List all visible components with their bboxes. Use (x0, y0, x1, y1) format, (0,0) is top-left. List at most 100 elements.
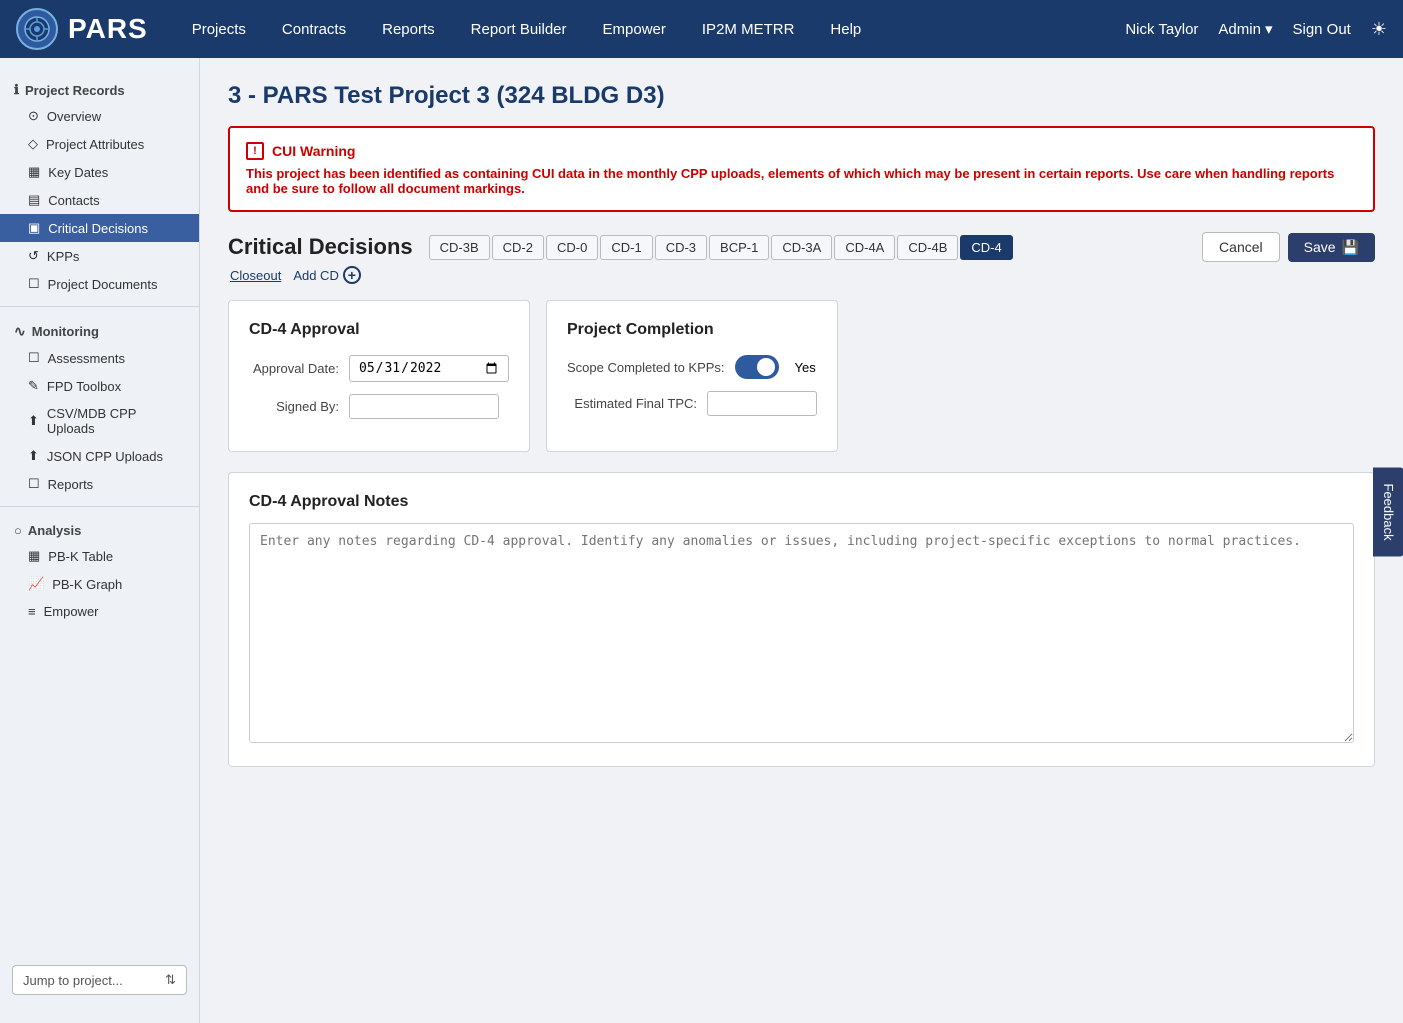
sidebar-item-key-dates[interactable]: ▦ Key Dates (0, 158, 199, 186)
approval-date-input[interactable] (349, 355, 509, 382)
project-completion-panel: Project Completion Scope Completed to KP… (546, 300, 838, 452)
closeout-link[interactable]: Closeout (230, 268, 281, 283)
tpc-label: Estimated Final TPC: (567, 396, 697, 411)
nav-ip2m[interactable]: IP2M METRR (694, 17, 803, 42)
calendar-icon: ▦ (28, 164, 40, 180)
estimated-final-tpc-row: Estimated Final TPC: (567, 391, 817, 416)
cui-warning-box: ! CUI Warning This project has been iden… (228, 126, 1375, 212)
scope-yes-label: Yes (795, 360, 816, 375)
sign-out-button[interactable]: Sign Out (1292, 21, 1350, 38)
theme-toggle-icon[interactable]: ☀ (1371, 19, 1387, 40)
analysis-icon: ○ (14, 523, 22, 538)
cd4-notes-title: CD-4 Approval Notes (249, 493, 1354, 511)
reports-icon: ☐ (28, 476, 40, 492)
empower-icon: ≡ (28, 604, 36, 619)
sidebar-item-assessments[interactable]: ☐ Assessments (0, 344, 199, 372)
cd-tab-cd0[interactable]: CD-0 (546, 235, 598, 260)
critical-decisions-title: Critical Decisions (228, 234, 413, 260)
cui-warning-text: This project has been identified as cont… (246, 166, 1357, 196)
logo-icon (16, 8, 58, 50)
nav-report-builder[interactable]: Report Builder (463, 17, 575, 42)
critical-decisions-header: Critical Decisions CD-3B CD-2 CD-0 CD-1 … (228, 232, 1375, 262)
signed-by-input[interactable] (349, 394, 499, 419)
cd-subrow: Closeout Add CD + (230, 266, 1375, 284)
add-cd-circle-icon: + (343, 266, 361, 284)
add-cd-button[interactable]: Add CD + (293, 266, 361, 284)
feedback-tab[interactable]: Feedback (1373, 467, 1403, 556)
signed-by-row: Signed By: (249, 394, 509, 419)
main-content: 3 - PARS Test Project 3 (324 BLDG D3) ! … (200, 58, 1403, 1023)
cd-tab-cd4a[interactable]: CD-4A (834, 235, 895, 260)
sidebar-item-project-attributes[interactable]: ◇ Project Attributes (0, 130, 199, 158)
chevron-updown-icon: ⇅ (165, 972, 176, 988)
sidebar-item-contacts[interactable]: ▤ Contacts (0, 186, 199, 214)
sidebar-item-reports[interactable]: ☐ Reports (0, 470, 199, 498)
cd4-approval-panel: CD-4 Approval Approval Date: Signed By: (228, 300, 530, 452)
action-buttons: Cancel Save 💾 (1202, 232, 1375, 262)
cd4-notes-textarea[interactable] (249, 523, 1354, 743)
sidebar-item-overview[interactable]: ⊙ Overview (0, 102, 199, 130)
cd4-panels: CD-4 Approval Approval Date: Signed By: … (228, 300, 1375, 452)
contacts-icon: ▤ (28, 192, 40, 208)
sidebar-item-pbk-graph[interactable]: 📈 PB-K Graph (0, 570, 199, 598)
nav-help[interactable]: Help (822, 17, 869, 42)
signed-by-label: Signed By: (249, 399, 339, 414)
page-title: 3 - PARS Test Project 3 (324 BLDG D3) (228, 82, 1375, 110)
cd-tab-cd2[interactable]: CD-2 (492, 235, 544, 260)
cd-tab-cd4b[interactable]: CD-4B (897, 235, 958, 260)
scope-completed-row: Scope Completed to KPPs: Yes (567, 355, 817, 379)
nav-contracts[interactable]: Contracts (274, 17, 354, 42)
sidebar: ℹ Project Records ⊙ Overview ◇ Project A… (0, 58, 200, 1023)
json-upload-icon: ⬆ (28, 448, 39, 464)
sidebar-item-kpps[interactable]: ↺ KPPs (0, 242, 199, 270)
sidebar-item-empower[interactable]: ≡ Empower (0, 598, 199, 625)
cd-tab-cd3b[interactable]: CD-3B (429, 235, 490, 260)
cd-tab-cd4[interactable]: CD-4 (960, 235, 1012, 260)
nav-user: Nick Taylor (1125, 21, 1198, 38)
nav-projects[interactable]: Projects (184, 17, 254, 42)
project-completion-title: Project Completion (567, 321, 817, 339)
sidebar-item-critical-decisions[interactable]: ▣ Critical Decisions (0, 214, 199, 242)
nav-admin-dropdown[interactable]: Admin ▾ (1218, 20, 1272, 38)
nav-reports[interactable]: Reports (374, 17, 443, 42)
sidebar-item-csv-mdb-cpp[interactable]: ⬆ CSV/MDB CPP Uploads (0, 400, 199, 442)
save-icon: 💾 (1342, 239, 1359, 256)
cui-warning-title: ! CUI Warning (246, 142, 1357, 160)
graph-icon: 📈 (28, 576, 44, 592)
cd-tab-cd3[interactable]: CD-3 (655, 235, 707, 260)
cd-tabs: CD-3B CD-2 CD-0 CD-1 CD-3 BCP-1 CD-3A CD… (429, 235, 1013, 260)
jump-to-project[interactable]: Jump to project... ⇅ (12, 965, 187, 995)
cd4-notes-section: CD-4 Approval Notes (228, 472, 1375, 767)
attributes-icon: ◇ (28, 136, 38, 152)
info-icon: ℹ (14, 82, 19, 98)
sidebar-section-analysis: ○ Analysis (0, 515, 199, 542)
overview-icon: ⊙ (28, 108, 39, 124)
csv-upload-icon: ⬆ (28, 413, 39, 429)
logo-area: PARS (16, 8, 148, 50)
top-nav: PARS Projects Contracts Reports Report B… (0, 0, 1403, 58)
sidebar-item-fpd-toolbox[interactable]: ✎ FPD Toolbox (0, 372, 199, 400)
scope-label: Scope Completed to KPPs: (567, 360, 725, 375)
sidebar-item-project-documents[interactable]: ☐ Project Documents (0, 270, 199, 298)
kpps-icon: ↺ (28, 248, 39, 264)
scope-toggle[interactable] (735, 355, 779, 379)
save-button[interactable]: Save 💾 (1288, 233, 1375, 262)
cd-tab-bcp1[interactable]: BCP-1 (709, 235, 769, 260)
cd-tab-cd3a[interactable]: CD-3A (771, 235, 832, 260)
tpc-input[interactable] (707, 391, 817, 416)
fpd-icon: ✎ (28, 378, 39, 394)
sidebar-item-json-cpp[interactable]: ⬆ JSON CPP Uploads (0, 442, 199, 470)
sidebar-item-pbk-table[interactable]: ▦ PB-K Table (0, 542, 199, 570)
cui-warning-icon: ! (246, 142, 264, 160)
monitoring-icon: ∿ (14, 323, 26, 340)
nav-empower[interactable]: Empower (595, 17, 674, 42)
decisions-icon: ▣ (28, 220, 40, 236)
cd-tab-cd1[interactable]: CD-1 (600, 235, 652, 260)
table-icon: ▦ (28, 548, 40, 564)
sidebar-section-monitoring: ∿ Monitoring (0, 315, 199, 344)
chevron-down-icon: ▾ (1265, 20, 1273, 38)
assessments-icon: ☐ (28, 350, 40, 366)
cancel-button[interactable]: Cancel (1202, 232, 1280, 262)
approval-date-label: Approval Date: (249, 361, 339, 376)
documents-icon: ☐ (28, 276, 40, 292)
